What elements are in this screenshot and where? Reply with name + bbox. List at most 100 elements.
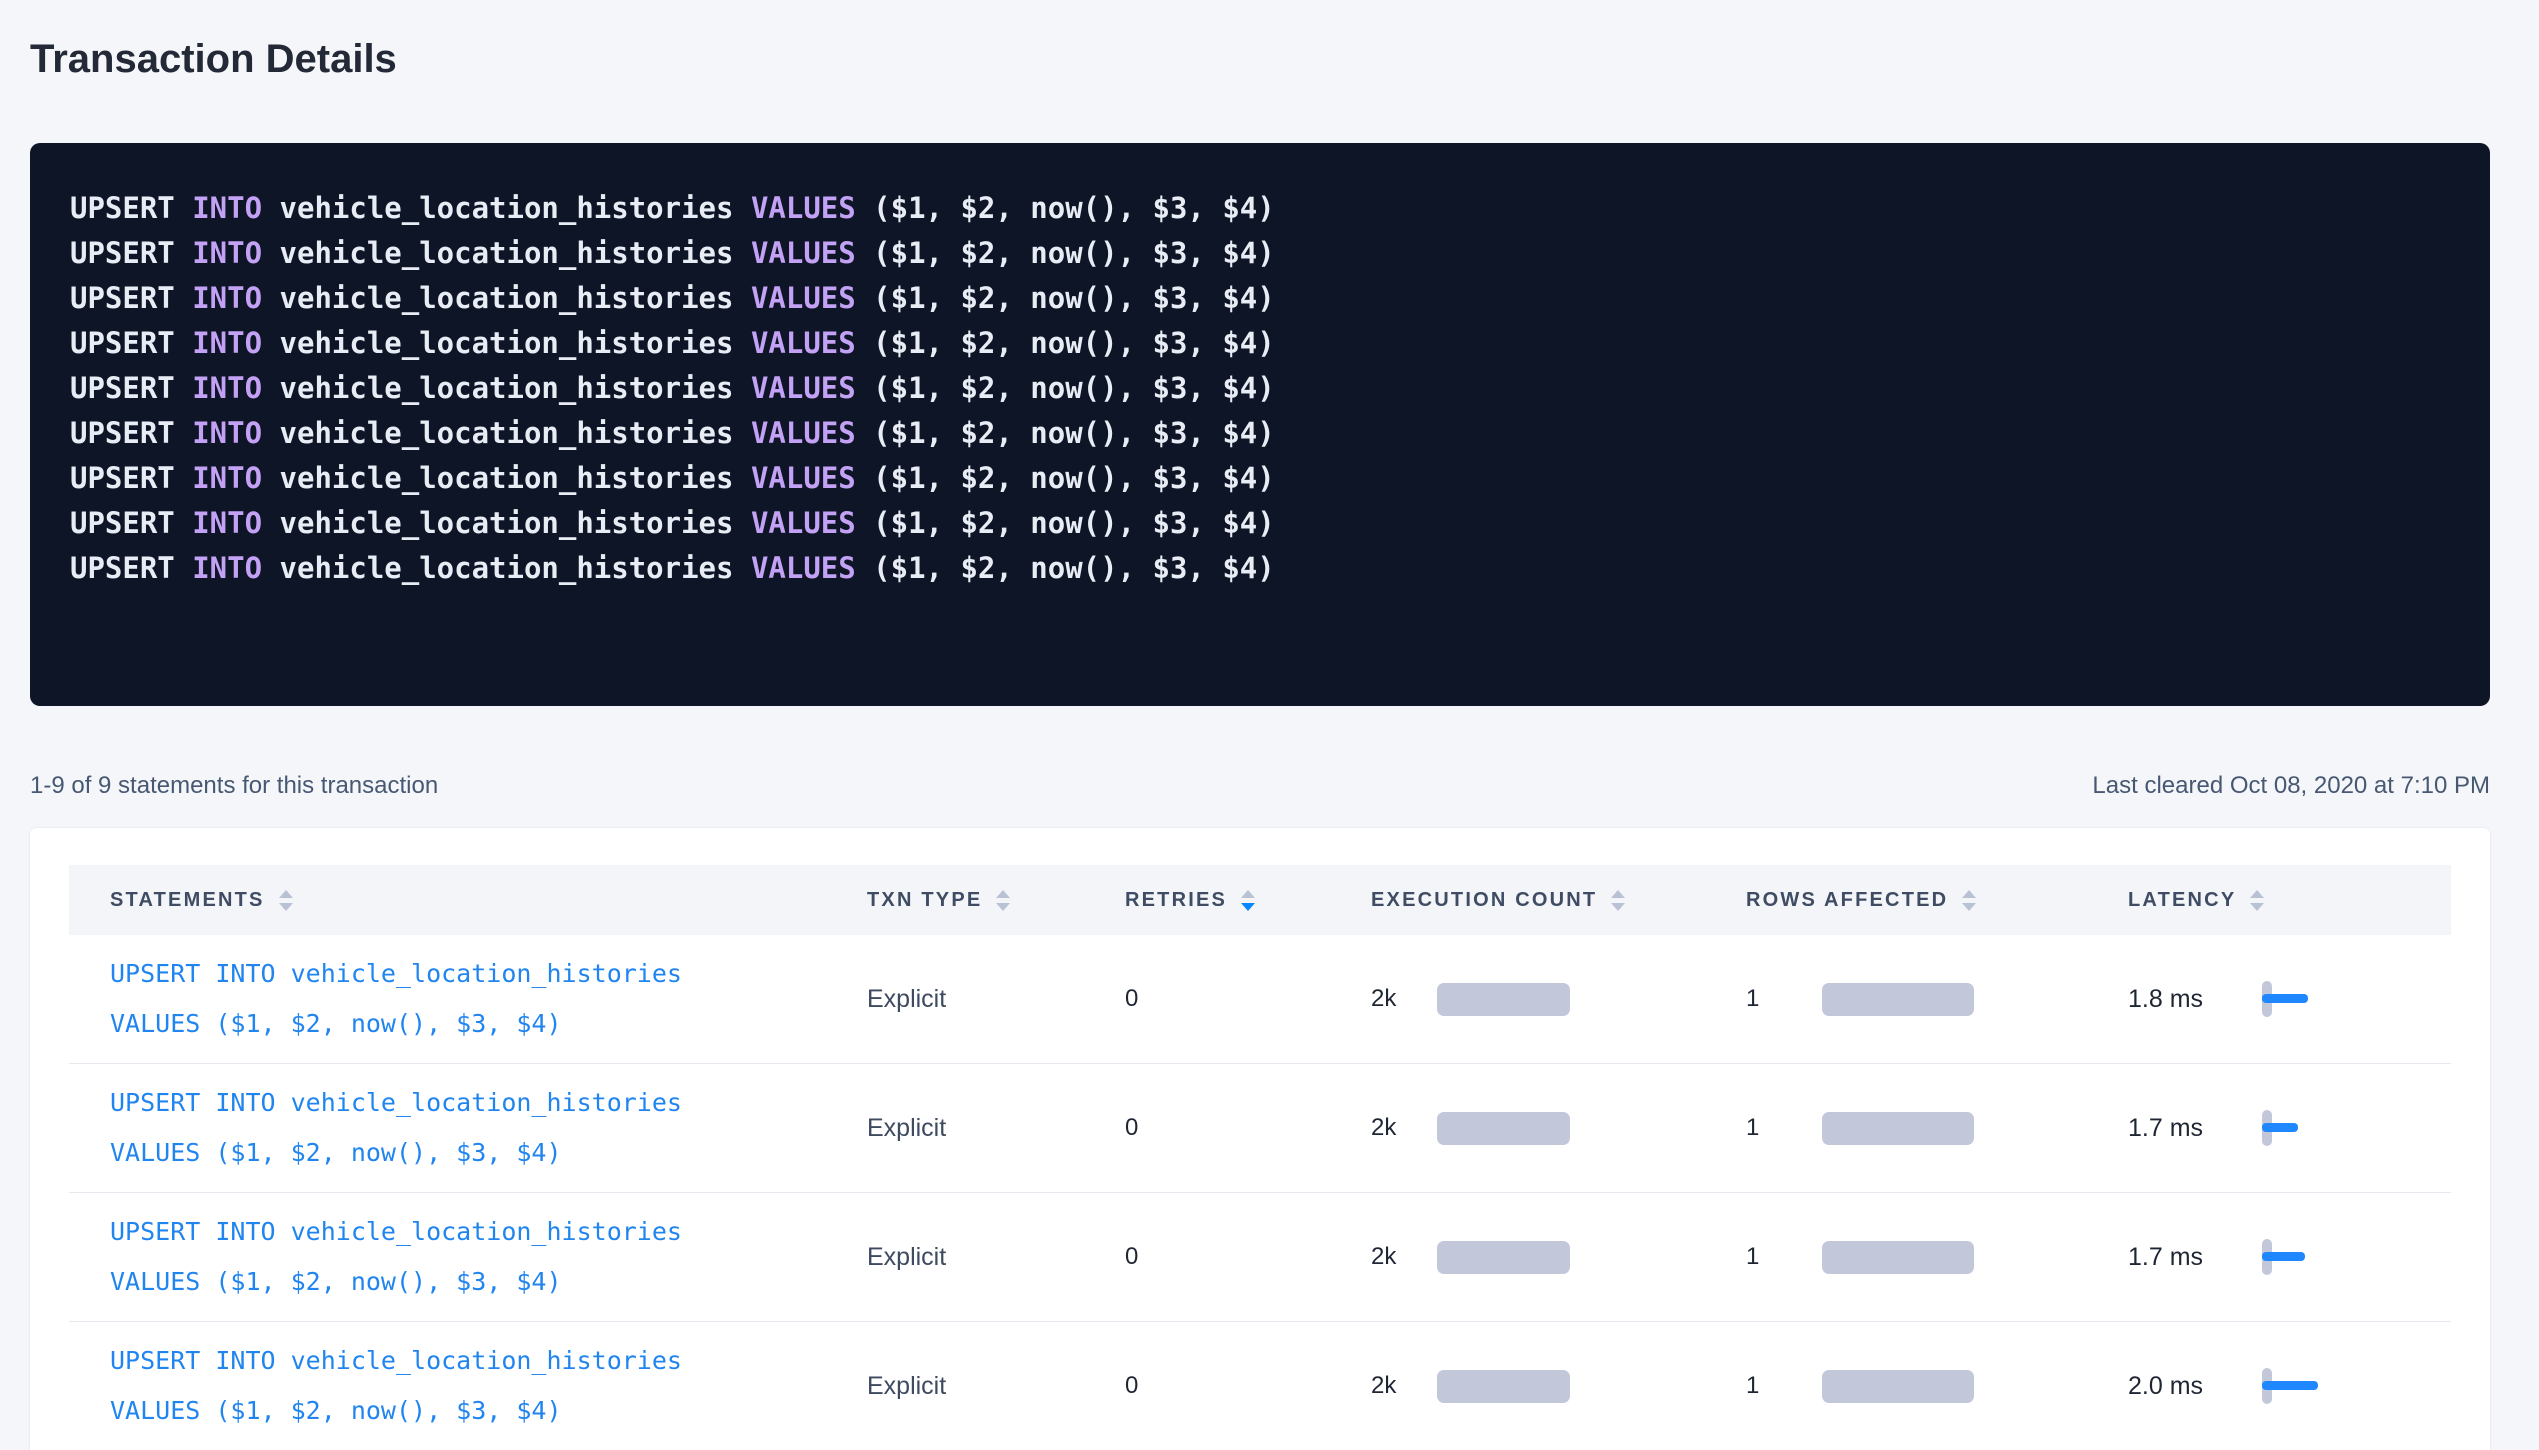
column-header-retries[interactable]: RETRIES: [1110, 889, 1355, 912]
execution-count-cell: 2k: [1355, 1370, 1730, 1403]
txn-type-value: Explicit: [867, 985, 946, 1014]
statements-table-card: STATEMENTS TXN TYPE RETRIES EXECUTION COUNT…: [30, 828, 2490, 1450]
retries-value: 0: [1125, 1114, 1138, 1142]
statement-line-1: UPSERT INTO vehicle_location_histories: [110, 1207, 682, 1257]
statement-cell: UPSERT INTO vehicle_location_historiesVA…: [69, 1207, 850, 1307]
table-row: UPSERT INTO vehicle_location_historiesVA…: [69, 935, 2451, 1064]
sql-text: UPSERT: [70, 191, 192, 225]
sql-text: vehicle_location_histories: [280, 236, 751, 270]
txn-type-value: Explicit: [867, 1372, 946, 1401]
execution-count-cell: 2k: [1355, 983, 1730, 1016]
column-label: EXECUTION COUNT: [1371, 889, 1597, 912]
sort-arrows-icon: [1962, 890, 1976, 911]
sql-text: UPSERT: [70, 326, 192, 360]
latency-cell: 1.7 ms: [2115, 1237, 2451, 1277]
statement-link[interactable]: UPSERT INTO vehicle_location_historiesVA…: [110, 949, 682, 1049]
sql-keyword: INTO: [192, 281, 279, 315]
sort-desc-icon: [996, 903, 1010, 911]
execution-count-bar: [1437, 1241, 1570, 1274]
latency-cell: 1.7 ms: [2115, 1108, 2451, 1148]
table-row: UPSERT INTO vehicle_location_historiesVA…: [69, 1193, 2451, 1322]
statement-link[interactable]: UPSERT INTO vehicle_location_historiesVA…: [110, 1336, 682, 1436]
latency-bar: [2262, 1381, 2318, 1390]
sql-code-line: UPSERT INTO vehicle_location_histories V…: [70, 186, 2450, 231]
statement-line-1: UPSERT INTO vehicle_location_histories: [110, 949, 682, 999]
column-label: LATENCY: [2128, 889, 2236, 912]
sql-text: UPSERT: [70, 551, 192, 585]
sort-desc-icon: [279, 903, 293, 911]
column-label: STATEMENTS: [110, 889, 265, 912]
sql-text: UPSERT: [70, 506, 192, 540]
sql-text: UPSERT: [70, 281, 192, 315]
column-label: RETRIES: [1125, 889, 1227, 912]
rows-affected-value: 1: [1746, 985, 1822, 1013]
execution-count-bar: [1437, 983, 1570, 1016]
execution-count-cell: 2k: [1355, 1241, 1730, 1274]
summary-row: 1-9 of 9 statements for this transaction…: [30, 772, 2490, 800]
rows-affected-bar: [1822, 1370, 1974, 1403]
sql-keyword: VALUES: [751, 416, 873, 450]
rows-affected-cell: 1: [1730, 1370, 2115, 1403]
execution-count-bar: [1437, 1370, 1570, 1403]
latency-mini-chart: [2262, 1237, 2342, 1277]
sort-arrows-icon: [1241, 890, 1255, 911]
rows-affected-bar: [1822, 983, 1974, 1016]
sql-statements-box: UPSERT INTO vehicle_location_histories V…: [30, 143, 2490, 706]
sort-asc-icon: [1611, 890, 1625, 898]
column-header-latency[interactable]: LATENCY: [2115, 889, 2451, 912]
sort-desc-icon: [2250, 903, 2264, 911]
sql-code-line: UPSERT INTO vehicle_location_histories V…: [70, 366, 2450, 411]
column-header-statements[interactable]: STATEMENTS: [69, 889, 850, 912]
sql-text: UPSERT: [70, 371, 192, 405]
execution-count-bar: [1437, 1112, 1570, 1145]
execution-count-value: 2k: [1371, 1114, 1437, 1142]
retries-cell: 0: [1110, 985, 1355, 1013]
execution-count-value: 2k: [1371, 1372, 1437, 1400]
column-header-rows-affected[interactable]: ROWS AFFECTED: [1730, 889, 2115, 912]
statement-line-2: VALUES ($1, $2, now(), $3, $4): [110, 999, 682, 1049]
statement-link[interactable]: UPSERT INTO vehicle_location_historiesVA…: [110, 1078, 682, 1178]
sql-keyword: INTO: [192, 551, 279, 585]
last-cleared-text: Last cleared Oct 08, 2020 at 7:10 PM: [2092, 772, 2490, 800]
sql-text: ($1, $2, now(), $3, $4): [873, 506, 1275, 540]
sql-keyword: INTO: [192, 236, 279, 270]
txn-type-cell: Explicit: [850, 1372, 1110, 1401]
sql-code-line: UPSERT INTO vehicle_location_histories V…: [70, 501, 2450, 546]
column-header-txn-type[interactable]: TXN TYPE: [850, 889, 1110, 912]
sql-code-line: UPSERT INTO vehicle_location_histories V…: [70, 411, 2450, 456]
sql-text: vehicle_location_histories: [280, 326, 751, 360]
sort-asc-icon: [279, 890, 293, 898]
statement-link[interactable]: UPSERT INTO vehicle_location_historiesVA…: [110, 1207, 682, 1307]
sql-code-line: UPSERT INTO vehicle_location_histories V…: [70, 231, 2450, 276]
sql-text: vehicle_location_histories: [280, 461, 751, 495]
rows-affected-value: 1: [1746, 1243, 1822, 1271]
latency-mini-chart: [2262, 1366, 2342, 1406]
sql-code-line: UPSERT INTO vehicle_location_histories V…: [70, 546, 2450, 591]
sql-keyword: INTO: [192, 461, 279, 495]
sql-text: vehicle_location_histories: [280, 281, 751, 315]
txn-type-cell: Explicit: [850, 985, 1110, 1014]
latency-value: 1.7 ms: [2128, 1114, 2262, 1143]
sql-text: vehicle_location_histories: [280, 416, 751, 450]
rows-affected-bar: [1822, 1112, 1974, 1145]
sql-keyword: INTO: [192, 416, 279, 450]
column-header-execution-count[interactable]: EXECUTION COUNT: [1355, 889, 1730, 912]
sql-keyword: INTO: [192, 191, 279, 225]
sql-text: ($1, $2, now(), $3, $4): [873, 281, 1275, 315]
sql-keyword: INTO: [192, 506, 279, 540]
rows-affected-cell: 1: [1730, 1241, 2115, 1274]
sql-text: UPSERT: [70, 236, 192, 270]
sort-desc-icon: [1241, 903, 1255, 911]
statement-line-2: VALUES ($1, $2, now(), $3, $4): [110, 1386, 682, 1436]
execution-count-value: 2k: [1371, 1243, 1437, 1271]
column-label: TXN TYPE: [867, 889, 982, 912]
table-row: UPSERT INTO vehicle_location_historiesVA…: [69, 1322, 2451, 1450]
txn-type-value: Explicit: [867, 1114, 946, 1143]
sql-code-line: UPSERT INTO vehicle_location_histories V…: [70, 276, 2450, 321]
statement-cell: UPSERT INTO vehicle_location_historiesVA…: [69, 1336, 850, 1436]
statement-line-2: VALUES ($1, $2, now(), $3, $4): [110, 1128, 682, 1178]
sort-asc-icon: [1962, 890, 1976, 898]
sql-text: UPSERT: [70, 416, 192, 450]
sql-text: ($1, $2, now(), $3, $4): [873, 371, 1275, 405]
retries-cell: 0: [1110, 1114, 1355, 1142]
